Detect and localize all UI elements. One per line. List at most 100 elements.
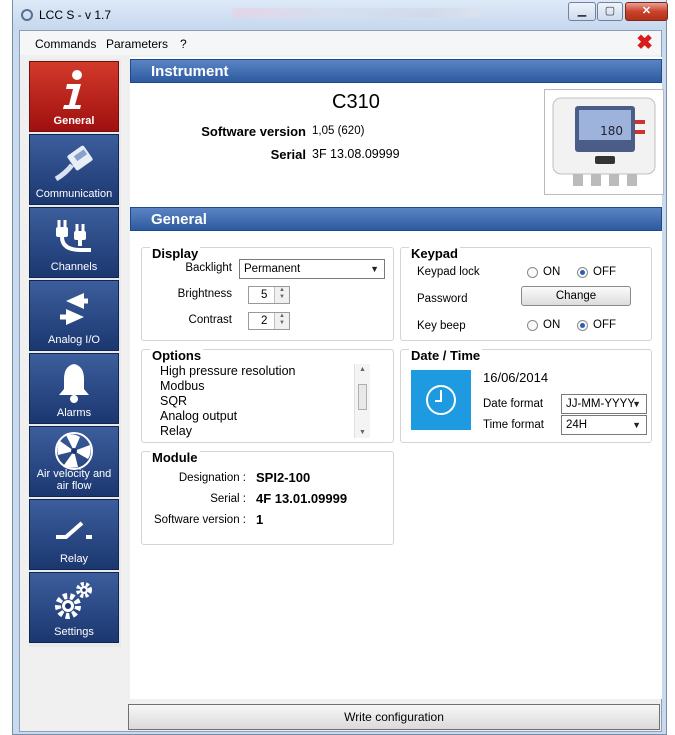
time-format-select[interactable]: 24H ▼ <box>561 415 647 435</box>
arrows-io-icon <box>30 287 118 331</box>
menu-help[interactable]: ? <box>180 37 187 51</box>
key-beep-on-label: ON <box>543 319 561 331</box>
nav-label: Analog I/O <box>48 334 100 346</box>
serial-label: Serial <box>270 147 306 162</box>
keypad-lock-on-radio[interactable] <box>527 267 538 278</box>
menu-bar: Commands Parameters ? ✖ <box>20 31 661 55</box>
nav-settings[interactable]: Settings <box>29 572 119 643</box>
option-item[interactable]: Modbus <box>160 379 204 393</box>
instrument-info: C310 Software version 1,05 (620) Serial … <box>130 83 664 201</box>
info-icon <box>30 68 118 112</box>
option-item[interactable]: SQR <box>160 394 187 408</box>
option-item[interactable]: High pressure resolution <box>160 364 296 378</box>
write-configuration-button[interactable]: Write configuration <box>128 704 660 730</box>
general-header: General <box>130 207 662 231</box>
nav-label: Settings <box>54 626 94 638</box>
nav-label: Alarms <box>56 407 92 419</box>
module-serial-value: 4F 13.01.09999 <box>256 491 348 506</box>
window-close-button[interactable]: ✕ <box>625 2 668 21</box>
chevron-down-icon: ▼ <box>632 420 641 430</box>
chevron-down-icon: ▼ <box>632 399 641 409</box>
key-beep-off-label: OFF <box>593 319 616 331</box>
app-icon <box>21 9 33 21</box>
backlight-label: Backlight <box>185 262 232 274</box>
nav-channels[interactable]: Channels <box>29 207 119 278</box>
keypad-lock-label: Keypad lock <box>417 266 480 278</box>
datetime-panel: Date / Time 16/06/2014 Date format JJ-MM… <box>400 348 652 443</box>
switch-icon <box>30 506 118 550</box>
display-title: Display <box>150 246 201 261</box>
maximize-button[interactable]: ▢ <box>597 2 623 21</box>
option-item[interactable]: Relay <box>160 424 192 438</box>
window-title: LCC S - v 1.7 <box>39 8 112 22</box>
date-format-select[interactable]: JJ-MM-YYYY ▼ <box>561 394 647 414</box>
keypad-lock-off-radio[interactable] <box>577 267 588 278</box>
nav-label: Communication <box>35 188 113 200</box>
instrument-model: C310 <box>332 91 380 113</box>
nav-communication[interactable]: Communication <box>29 134 119 205</box>
display-panel: Display Backlight Permanent ▼ Brightness… <box>141 246 394 341</box>
contrast-stepper[interactable]: 2 ▲ ▼ <box>248 312 290 330</box>
nav-label: Relay <box>59 553 89 565</box>
software-version-label: Software version <box>201 124 306 139</box>
blurred-path-text <box>231 8 481 18</box>
device-screen-value: 180 <box>600 124 623 138</box>
options-scrollbar[interactable]: ▲ ▼ <box>354 364 370 438</box>
scroll-down-icon[interactable]: ▼ <box>355 429 370 436</box>
sidebar: General Communication Channels Analog I/… <box>29 59 121 647</box>
nav-label: Air velocity and air flow <box>36 468 112 492</box>
key-beep-label: Key beep <box>417 320 466 332</box>
scroll-thumb[interactable] <box>358 384 367 410</box>
keypad-title: Keypad <box>409 246 460 261</box>
contrast-value: 2 <box>261 315 268 327</box>
options-title: Options <box>150 348 204 363</box>
change-password-button[interactable]: Change <box>521 286 631 306</box>
close-icon[interactable]: ✖ <box>636 33 653 53</box>
date-format-value: JJ-MM-YYYY <box>566 398 635 410</box>
bell-icon <box>30 360 118 404</box>
nav-label: General <box>53 115 95 127</box>
designation-label: Designation : <box>178 472 246 484</box>
minimize-button[interactable]: ▁ <box>568 2 596 21</box>
scroll-up-icon[interactable]: ▲ <box>355 366 370 373</box>
password-label: Password <box>417 293 468 305</box>
menu-commands[interactable]: Commands <box>35 37 96 51</box>
keypad-lock-on-label: ON <box>543 266 561 278</box>
module-title: Module <box>150 450 200 465</box>
backlight-value: Permanent <box>244 263 301 275</box>
datetime-title: Date / Time <box>409 348 483 363</box>
module-serial-label: Serial : <box>210 493 246 505</box>
nav-air-velocity[interactable]: Air velocity and air flow <box>29 426 119 497</box>
clock-icon <box>411 370 471 430</box>
key-beep-off-radio[interactable] <box>577 320 588 331</box>
contrast-label: Contrast <box>188 314 232 326</box>
keypad-panel: Keypad Keypad lock ON OFF Password Chang… <box>400 246 652 341</box>
nav-alarms[interactable]: Alarms <box>29 353 119 424</box>
client-area: Commands Parameters ? ✖ General Communic… <box>19 30 664 732</box>
chevron-down-icon: ▼ <box>370 264 379 274</box>
stepper-arrows-icon[interactable]: ▲ ▼ <box>274 313 289 329</box>
option-item[interactable]: Analog output <box>160 409 237 423</box>
current-date: 16/06/2014 <box>483 370 549 385</box>
brightness-stepper[interactable]: 5 ▲ ▼ <box>248 286 290 304</box>
nav-label: Channels <box>50 261 98 273</box>
nav-general[interactable]: General <box>29 61 119 132</box>
module-software-label: Software version : <box>153 514 246 526</box>
serial-value: 3F 13.08.09999 <box>312 147 400 161</box>
brightness-value: 5 <box>261 289 268 301</box>
instrument-header: Instrument <box>130 59 662 83</box>
software-version-value: 1,05 (620) <box>312 125 365 137</box>
gears-icon <box>30 579 118 623</box>
stepper-arrows-icon[interactable]: ▲ ▼ <box>274 287 289 303</box>
plug-icon <box>30 214 118 258</box>
title-bar[interactable]: LCC S - v 1.7 ▁ ▢ ✕ <box>13 0 668 30</box>
nav-relay[interactable]: Relay <box>29 499 119 570</box>
backlight-select[interactable]: Permanent ▼ <box>239 259 385 279</box>
menu-parameters[interactable]: Parameters <box>106 37 168 51</box>
time-format-label: Time format <box>483 419 544 431</box>
designation-value: SPI2-100 <box>256 470 311 485</box>
app-window: LCC S - v 1.7 ▁ ▢ ✕ Commands Parameters … <box>12 0 668 735</box>
nav-analog-io[interactable]: Analog I/O <box>29 280 119 351</box>
key-beep-on-radio[interactable] <box>527 320 538 331</box>
options-panel: Options High pressure resolution Modbus … <box>141 348 394 443</box>
